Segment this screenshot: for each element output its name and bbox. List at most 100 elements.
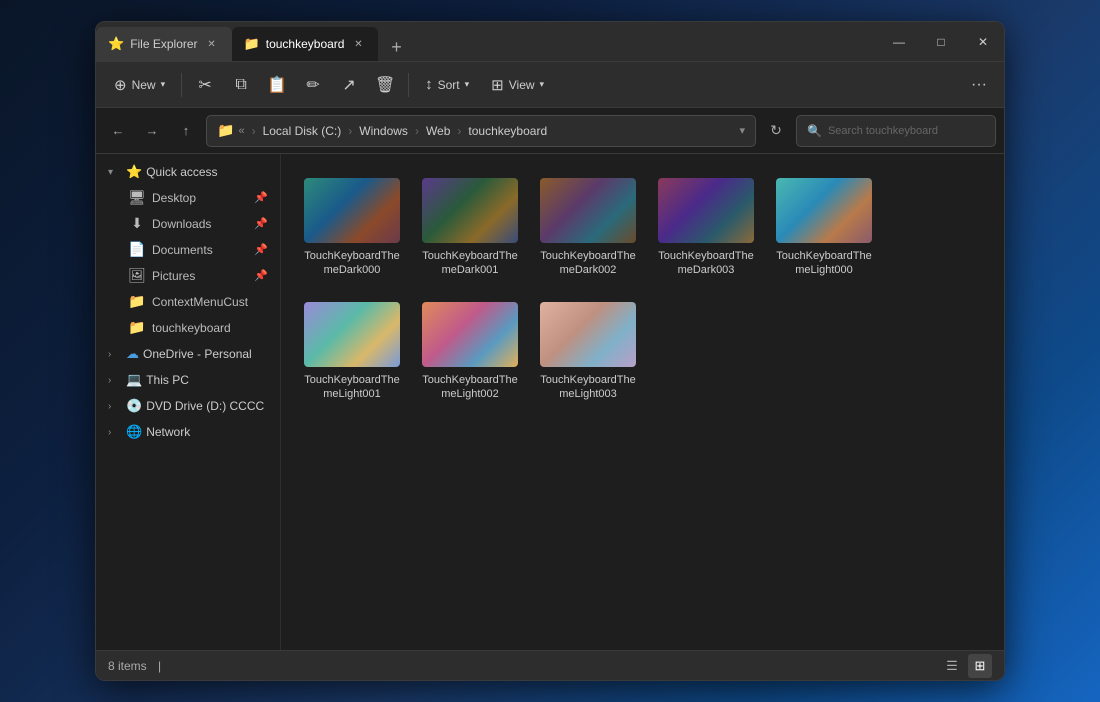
more-options-button[interactable]: ··· (962, 68, 996, 102)
file-thumb-dark000 (304, 178, 400, 243)
tab-file-explorer-label: File Explorer (130, 37, 197, 51)
file-item-light002[interactable]: TouchKeyboardThemeLight002 (415, 294, 525, 410)
onedrive-icon: ☁ (126, 346, 139, 362)
window-controls: — □ ✕ (878, 22, 1004, 61)
refresh-button[interactable]: ↻ (762, 117, 790, 145)
new-chevron-icon: ▾ (161, 79, 166, 90)
search-placeholder: Search touchkeyboard (828, 125, 938, 137)
title-bar: ⭐ File Explorer ✕ 📁 touchkeyboard ✕ + — … (96, 22, 1004, 62)
copy-button[interactable]: ⧉ (224, 68, 258, 102)
breadcrumb-dots: « (238, 125, 244, 137)
list-view-button[interactable]: ☰ (940, 654, 964, 678)
sidebar-item-documents[interactable]: 📄 Documents 📌 (100, 237, 276, 262)
file-item-light003[interactable]: TouchKeyboardThemeLight003 (533, 294, 643, 410)
breadcrumb-sep-3: › (415, 124, 419, 138)
status-separator: | (158, 659, 161, 673)
sidebar-network-header[interactable]: › 🌐 Network (100, 420, 276, 444)
network-chevron-icon: › (108, 427, 122, 438)
tab-touchkeyboard-label: touchkeyboard (266, 37, 345, 51)
back-button[interactable]: ← (104, 117, 132, 145)
paste-button[interactable]: 📋 (260, 68, 294, 102)
delete-button[interactable]: 🗑 (368, 68, 402, 102)
address-folder-icon: 📁 (217, 122, 234, 139)
sidebar-section-this-pc: › 💻 This PC (96, 368, 280, 392)
file-thumb-dark003 (658, 178, 754, 243)
file-item-dark001[interactable]: TouchKeyboardThemeDark001 (415, 170, 525, 286)
desktop-pin-icon: 📌 (254, 191, 268, 204)
breadcrumb-sep-1: › (252, 124, 256, 138)
tab-file-explorer-close[interactable]: ✕ (204, 36, 220, 52)
sidebar-onedrive-header[interactable]: › ☁ OneDrive - Personal (100, 342, 276, 366)
file-thumb-light001 (304, 302, 400, 367)
share-button[interactable]: ↗ (332, 68, 366, 102)
sidebar-item-touchkeyboard[interactable]: 📁 touchkeyboard (100, 315, 276, 340)
new-tab-button[interactable]: + (382, 33, 410, 61)
minimize-button[interactable]: — (878, 22, 920, 62)
close-button[interactable]: ✕ (962, 22, 1004, 62)
sidebar-network-label: Network (146, 425, 190, 439)
item-count-text: 8 items (108, 659, 147, 673)
dvd-icon: 💿 (126, 398, 142, 414)
file-area: TouchKeyboardThemeDark000 TouchKeyboardTh… (281, 154, 1004, 650)
file-item-dark002[interactable]: TouchKeyboardThemeDark002 (533, 170, 643, 286)
breadcrumb-web: Web (426, 124, 450, 138)
file-name-light003: TouchKeyboardThemeLight003 (539, 373, 637, 402)
sidebar-touchkeyboard-label: touchkeyboard (152, 321, 231, 335)
toolbar: ⊕ New ▾ ✂ ⧉ 📋 ✏ ↗ 🗑 ↕ Sort ▾ ⊞ View ▾ ··… (96, 62, 1004, 108)
breadcrumb-sep-2: › (348, 124, 352, 138)
quick-access-chevron-icon: ▾ (108, 167, 122, 178)
sidebar-downloads-label: Downloads (152, 217, 211, 231)
status-bar: 8 items | ☰ ⊞ (96, 650, 1004, 680)
sidebar-this-pc-header[interactable]: › 💻 This PC (100, 368, 276, 392)
rename-button[interactable]: ✏ (296, 68, 330, 102)
up-button[interactable]: ↑ (172, 117, 200, 145)
file-item-light000[interactable]: TouchKeyboardThemeLight000 (769, 170, 879, 286)
file-item-dark000[interactable]: TouchKeyboardThemeDark000 (297, 170, 407, 286)
documents-pin-icon: 📌 (254, 243, 268, 256)
sidebar-section-quick-access: ▾ ⭐ Quick access 🖥 Desktop 📌 ⬇ Downloads… (96, 160, 280, 340)
cut-button[interactable]: ✂ (188, 68, 222, 102)
sidebar-quick-access-header[interactable]: ▾ ⭐ Quick access (100, 160, 276, 184)
sidebar-dvd-header[interactable]: › 💿 DVD Drive (D:) CCCC (100, 394, 276, 418)
folder-icon: 📁 (244, 36, 260, 52)
file-name-light002: TouchKeyboardThemeLight002 (421, 373, 519, 402)
new-button[interactable]: ⊕ New ▾ (104, 71, 175, 99)
status-view-controls: ☰ ⊞ (940, 654, 992, 678)
search-box[interactable]: 🔍 Search touchkeyboard (796, 115, 996, 147)
address-box[interactable]: 📁 « › Local Disk (C:) › Windows › Web › … (206, 115, 756, 147)
toolbar-separator-2 (408, 73, 409, 97)
breadcrumb-sep-4: › (457, 124, 461, 138)
file-name-light001: TouchKeyboardThemeLight001 (303, 373, 401, 402)
view-chevron-icon: ▾ (540, 79, 545, 90)
file-name-dark000: TouchKeyboardThemeDark000 (303, 249, 401, 278)
forward-button[interactable]: → (138, 117, 166, 145)
documents-icon: 📄 (128, 241, 146, 258)
toolbar-separator-1 (181, 73, 182, 97)
sidebar-contextmenucust-label: ContextMenuCust (152, 295, 248, 309)
file-grid: TouchKeyboardThemeDark000 TouchKeyboardTh… (297, 170, 988, 409)
file-thumb-dark001 (422, 178, 518, 243)
file-item-light001[interactable]: TouchKeyboardThemeLight001 (297, 294, 407, 410)
sort-button[interactable]: ↕ Sort ▾ (415, 71, 479, 98)
sidebar-item-pictures[interactable]: 🖼 Pictures 📌 (100, 263, 276, 288)
sidebar-item-contextmenucust[interactable]: 📁 ContextMenuCust (100, 289, 276, 314)
view-button[interactable]: ⊞ View ▾ (481, 71, 554, 99)
maximize-button[interactable]: □ (920, 22, 962, 62)
sidebar-section-onedrive: › ☁ OneDrive - Personal (96, 342, 280, 366)
sidebar-item-downloads[interactable]: ⬇ Downloads 📌 (100, 211, 276, 236)
sidebar-pictures-label: Pictures (152, 269, 195, 283)
sidebar-documents-label: Documents (152, 243, 213, 257)
grid-view-button[interactable]: ⊞ (968, 654, 992, 678)
downloads-icon: ⬇ (128, 215, 146, 232)
file-item-dark003[interactable]: TouchKeyboardThemeDark003 (651, 170, 761, 286)
breadcrumb-c: Local Disk (C:) (263, 124, 342, 138)
tab-file-explorer[interactable]: ⭐ File Explorer ✕ (96, 27, 232, 61)
address-dropdown-icon[interactable]: ▾ (739, 124, 745, 137)
new-icon: ⊕ (114, 76, 127, 94)
pictures-pin-icon: 📌 (254, 269, 268, 282)
sort-icon: ↕ (425, 76, 433, 93)
sidebar-item-desktop[interactable]: 🖥 Desktop 📌 (100, 185, 276, 210)
tab-touchkeyboard[interactable]: 📁 touchkeyboard ✕ (232, 27, 379, 61)
sidebar-onedrive-label: OneDrive - Personal (143, 347, 252, 361)
tab-touchkeyboard-close[interactable]: ✕ (350, 36, 366, 52)
